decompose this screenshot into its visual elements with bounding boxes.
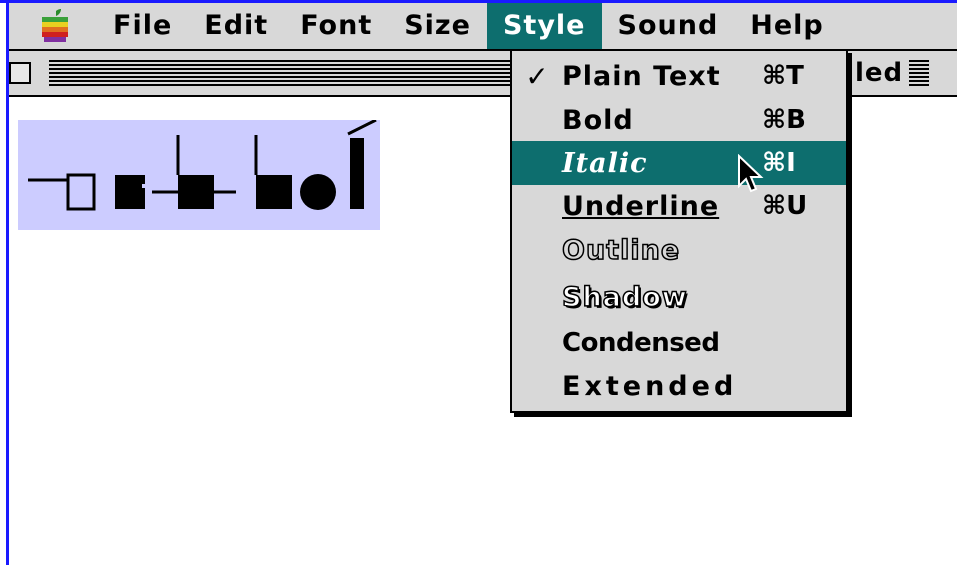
menu-item-label: Bold	[562, 104, 634, 136]
menu-edit[interactable]: Edit	[188, 3, 284, 49]
menu-item-shortcut: ⌘B	[762, 105, 806, 135]
menu-item-label: Underline	[562, 190, 720, 222]
menu-item-plain-text[interactable]: ✓ Plain Text ⌘T	[512, 54, 846, 98]
symbol-glyphs	[28, 118, 377, 211]
menu-sound[interactable]: Sound	[602, 3, 735, 49]
menu-style[interactable]: Style	[486, 3, 602, 49]
window-title: led	[849, 55, 910, 91]
checkmark-icon: ✓	[525, 59, 549, 93]
menu-item-label: Condensed	[562, 328, 720, 358]
menu-item-condensed[interactable]: Condensed	[512, 321, 846, 365]
menu-item-label: Extended	[562, 370, 738, 402]
menu-item-extended[interactable]: Extended	[512, 364, 846, 408]
apple-logo-icon[interactable]	[35, 7, 75, 45]
menu-help[interactable]: Help	[734, 3, 840, 49]
menu-item-bold[interactable]: Bold ⌘B	[512, 98, 846, 142]
menu-item-underline[interactable]: Underline ⌘U	[512, 184, 846, 228]
menu-font[interactable]: Font	[284, 3, 388, 49]
menu-item-label: Italic	[562, 147, 648, 179]
selected-glyph-text[interactable]	[18, 118, 380, 230]
menu-item-italic[interactable]: Italic ⌘I	[512, 141, 846, 185]
menu-item-label: Shadow	[561, 281, 688, 314]
mouse-pointer-icon	[737, 153, 767, 200]
menu-item-shortcut: ⌘T	[762, 61, 804, 91]
menu-item-label: Outline	[561, 234, 681, 267]
menu-item-shadow[interactable]: Shadow	[512, 275, 846, 319]
menu-bar: File Edit Font Size Style Sound Help	[9, 3, 957, 51]
menu-item-outline[interactable]: Outline	[512, 228, 846, 272]
menu-item-shortcut: ⌘U	[762, 191, 808, 221]
style-menu-dropdown: ✓ Plain Text ⌘T Bold ⌘B Italic ⌘I Underl…	[510, 49, 848, 413]
menu-size[interactable]: Size	[388, 3, 487, 49]
close-box[interactable]	[9, 62, 31, 84]
menu-item-shortcut: ⌘I	[762, 148, 796, 178]
menu-item-label: Plain Text	[562, 60, 721, 92]
menu-file[interactable]: File	[97, 3, 188, 49]
